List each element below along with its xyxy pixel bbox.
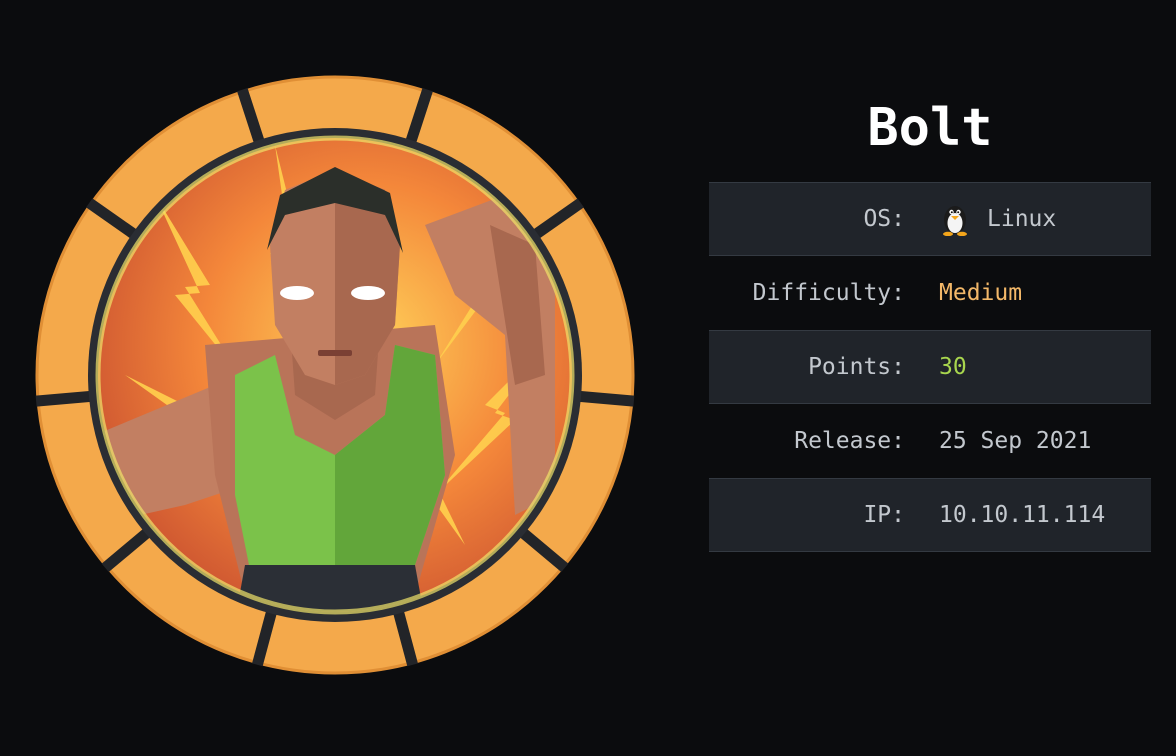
points-value: 30 — [939, 354, 967, 380]
tux-penguin-icon — [939, 202, 971, 237]
points-label: Points: — [808, 354, 905, 380]
machine-avatar-illustration — [35, 75, 635, 675]
ip-value: 10.10.11.114 — [939, 502, 1106, 528]
machine-name: Bolt — [867, 98, 993, 158]
difficulty-value: Medium — [939, 280, 1023, 306]
info-row-ip: IP: 10.10.11.114 — [709, 478, 1151, 552]
info-row-os: OS: Linux — [709, 182, 1151, 256]
os-value-wrap: Linux — [939, 202, 1057, 237]
difficulty-label: Difficulty: — [752, 280, 905, 306]
ip-label: IP: — [863, 502, 905, 528]
info-row-release: Release: 25 Sep 2021 — [709, 404, 1151, 478]
os-label: OS: — [863, 206, 905, 232]
release-value: 25 Sep 2021 — [939, 428, 1092, 454]
machine-info-table: OS: Linux Difficulty: Medium Points: 30 … — [709, 182, 1151, 552]
info-row-difficulty: Difficulty: Medium — [709, 256, 1151, 330]
info-row-points: Points: 30 — [709, 330, 1151, 404]
os-value: Linux — [987, 206, 1057, 232]
machine-avatar-badge — [35, 75, 635, 675]
release-label: Release: — [794, 428, 905, 454]
